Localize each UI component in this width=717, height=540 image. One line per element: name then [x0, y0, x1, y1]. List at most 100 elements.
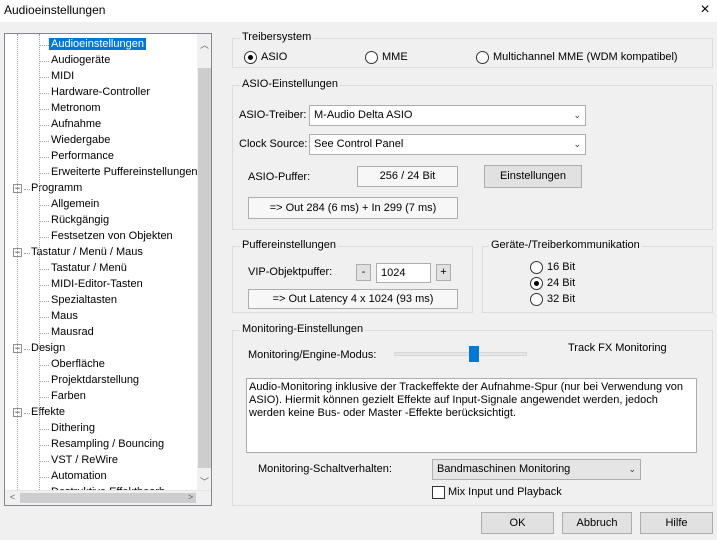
- monitoring-description: Audio-Monitoring inklusive der Trackeffe…: [246, 378, 697, 453]
- tree-item[interactable]: Automation: [49, 469, 109, 485]
- clock-source-value: See Control Panel: [314, 138, 404, 150]
- tree-item[interactable]: Projektdarstellung: [49, 373, 141, 389]
- chevron-down-icon: ⌄: [628, 464, 636, 474]
- tree-item[interactable]: Audioeinstellungen: [49, 37, 146, 53]
- clock-source-select[interactable]: See Control Panel ⌄: [309, 134, 586, 155]
- radio-multichannel-mme-label: Multichannel MME (WDM kompatibel): [493, 51, 678, 63]
- tree-item[interactable]: MIDI-Editor-Tasten: [49, 277, 145, 293]
- scroll-down-icon[interactable]: ﹀: [197, 475, 211, 488]
- vip-buffer-minus-button[interactable]: -: [356, 264, 371, 281]
- tree-item-label: MIDI-Editor-Tasten: [51, 278, 143, 290]
- tree-item-label: Festsetzen von Objekten: [51, 230, 173, 242]
- vip-buffer-label: VIP-Objektpuffer:: [248, 266, 333, 278]
- tree-item[interactable]: Effekte: [29, 405, 67, 421]
- tree-horizontal-thumb[interactable]: [20, 493, 196, 503]
- asio-settings-button[interactable]: Einstellungen: [484, 165, 582, 188]
- tree-connector: [39, 429, 49, 430]
- tree-item-label: Effekte: [31, 406, 66, 418]
- tree-connector: [39, 34, 40, 490]
- radio-asio-label: ASIO: [261, 51, 288, 63]
- monitoring-mode-value: Track FX Monitoring: [568, 342, 667, 354]
- tree-item[interactable]: Design: [29, 341, 67, 357]
- tree-connector: [39, 333, 49, 334]
- cancel-button[interactable]: Abbruch: [562, 512, 632, 534]
- radio-16-bit-label: 16 Bit: [547, 261, 576, 273]
- tree-item-label: Audiogeräte: [51, 54, 111, 66]
- asio-driver-select[interactable]: M-Audio Delta ASIO ⌄: [309, 105, 586, 126]
- tree-item[interactable]: Resampling / Bouncing: [49, 437, 166, 453]
- tree-item[interactable]: Wiedergabe: [49, 133, 112, 149]
- scroll-left-icon[interactable]: <: [5, 492, 20, 502]
- tree-connector: [39, 365, 49, 366]
- monitoring-behavior-value: Bandmaschinen Monitoring: [437, 463, 571, 475]
- tree-item[interactable]: Oberfläche: [49, 357, 107, 373]
- radio-multichannel-mme[interactable]: [476, 51, 489, 64]
- tree-connector: [39, 205, 49, 206]
- tree-item[interactable]: Tastatur / Menü / Maus: [29, 245, 145, 261]
- help-button[interactable]: Hilfe: [640, 512, 713, 534]
- tree-item[interactable]: Allgemein: [49, 197, 101, 213]
- tree-item-label: Oberfläche: [51, 358, 105, 370]
- tree-item-label: Programm: [31, 182, 83, 194]
- ok-button[interactable]: OK: [481, 512, 554, 534]
- mix-input-checkbox[interactable]: [432, 486, 445, 499]
- tree-item[interactable]: Mausrad: [49, 325, 96, 341]
- scroll-right-icon[interactable]: >: [183, 492, 198, 502]
- tree-item[interactable]: Programm: [29, 181, 84, 197]
- tree-item[interactable]: VST / ReWire: [49, 453, 120, 469]
- tree-item-label: Maus: [51, 310, 78, 322]
- puffer-latency-display: => Out Latency 4 x 1024 (93 ms): [248, 289, 458, 309]
- monitoring-group-label: Monitoring-Einstellungen: [240, 323, 366, 335]
- radio-mme[interactable]: [365, 51, 378, 64]
- tree-item[interactable]: Maus: [49, 309, 80, 325]
- tree-item-label: Audioeinstellungen: [49, 38, 146, 50]
- tree-connector: [39, 397, 49, 398]
- tree-connector: [39, 125, 49, 126]
- settings-tree[interactable]: Audioeinstellungen Audiogeräte MIDI Hardwar…: [4, 33, 212, 506]
- close-icon[interactable]: ×: [693, 0, 717, 22]
- tree-connector: [39, 77, 49, 78]
- tree-item[interactable]: Hardware-Controller: [49, 85, 152, 101]
- tree-item-label: Aufnahme: [51, 118, 102, 130]
- tree-vertical-thumb[interactable]: [198, 68, 211, 468]
- tree-item[interactable]: Audiogeräte: [49, 53, 112, 69]
- radio-mme-label: MME: [382, 51, 408, 63]
- vip-buffer-plus-button[interactable]: +: [436, 264, 451, 281]
- monitoring-behavior-select[interactable]: Bandmaschinen Monitoring ⌄: [432, 459, 641, 480]
- tree-item-label: MIDI: [51, 70, 75, 82]
- asio-driver-value: M-Audio Delta ASIO: [314, 109, 413, 121]
- radio-32-bit[interactable]: [530, 293, 543, 306]
- tree-connector: [39, 61, 49, 62]
- tree-item-label: Design: [31, 342, 66, 354]
- tree-item[interactable]: Performance: [49, 149, 116, 165]
- asio-driver-label: ASIO-Treiber:: [239, 109, 307, 121]
- tree-item-label: Tastatur / Menü / Maus: [31, 246, 143, 258]
- tree-connector: [39, 109, 49, 110]
- chevron-down-icon: ⌄: [573, 139, 581, 149]
- monitoring-mode-slider-thumb[interactable]: [469, 346, 479, 362]
- tree-item[interactable]: Festsetzen von Objekten: [49, 229, 175, 245]
- tree-connector: [17, 34, 18, 490]
- tree-connector: [39, 157, 49, 158]
- monitoring-mode-slider-track[interactable]: [394, 352, 527, 356]
- radio-asio[interactable]: [244, 51, 257, 64]
- treibersystem-label: Treibersystem: [240, 31, 314, 43]
- vip-buffer-input[interactable]: 1024: [376, 263, 431, 283]
- tree-connector: [39, 285, 49, 286]
- tree-item[interactable]: Erweiterte Puffereinstellungen: [49, 165, 197, 181]
- window-title: Audioeinstellungen: [4, 3, 106, 17]
- tree-item[interactable]: Spezialtasten: [49, 293, 119, 309]
- radio-24-bit[interactable]: [530, 277, 543, 290]
- tree-item-label: Projektdarstellung: [51, 374, 140, 386]
- tree-item[interactable]: Tastatur / Menü: [49, 261, 129, 277]
- radio-16-bit[interactable]: [530, 261, 543, 274]
- tree-item[interactable]: Metronom: [49, 101, 103, 117]
- tree-item[interactable]: Dithering: [49, 421, 97, 437]
- tree-item[interactable]: MIDI: [49, 69, 76, 85]
- tree-item[interactable]: Rückgängig: [49, 213, 111, 229]
- tree-item[interactable]: Aufnahme: [49, 117, 103, 133]
- tree-item[interactable]: Farben: [49, 389, 88, 405]
- clock-source-label: Clock Source:: [239, 138, 308, 150]
- scroll-up-icon[interactable]: ︿: [197, 38, 211, 51]
- tree-item-label: Automation: [51, 470, 107, 482]
